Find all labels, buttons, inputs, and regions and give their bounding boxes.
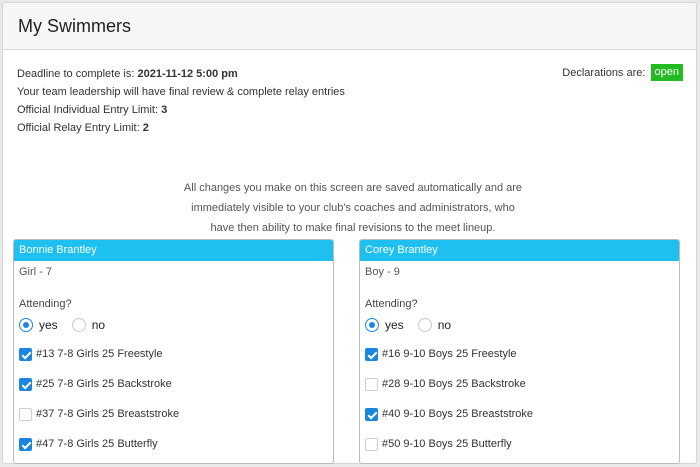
deadline-value: 2021-11-12 5:00 pm — [137, 68, 238, 80]
swimmer-gender-age: Boy - 9 — [365, 266, 400, 278]
autosave-notice: All changes you make on this screen are … — [173, 178, 533, 238]
event-label: #25 7-8 Girls 25 Backstroke — [36, 378, 172, 390]
deadline-line: Deadline to complete is: 2021-11-12 5:00… — [17, 67, 345, 85]
checkbox-checked-icon[interactable] — [365, 407, 378, 421]
swimmer-card: Corey Brantley Boy - 9 Attending? yes no… — [359, 239, 680, 464]
event-label: #16 9-10 Boys 25 Freestyle — [382, 348, 517, 360]
event-label: #47 7-8 Girls 25 Butterfly — [36, 438, 158, 450]
declarations-label: Declarations are: — [562, 66, 646, 79]
checkbox-checked-icon[interactable] — [19, 347, 32, 361]
event-checkbox-row[interactable]: #28 9-10 Boys 25 Backstroke — [360, 369, 679, 399]
checkbox-checked-icon[interactable] — [365, 347, 378, 361]
swimmer-card: Bonnie Brantley Girl - 7 Attending? yes … — [13, 239, 334, 464]
radio-selected-icon[interactable] — [365, 318, 379, 332]
swimmer-name: Bonnie Brantley — [14, 240, 333, 261]
event-label: #13 7-8 Girls 25 Freestyle — [36, 348, 163, 360]
swimmer-gender-age: Girl - 7 — [19, 266, 52, 278]
status-badge: open — [650, 64, 683, 81]
radio-label: yes — [39, 318, 58, 332]
event-list: #16 9-10 Boys 25 Freestyle #28 9-10 Boys… — [360, 339, 679, 459]
radio-selected-icon[interactable] — [19, 318, 33, 332]
relay-limit-label: Official Relay Entry Limit: — [17, 122, 140, 134]
event-checkbox-row[interactable]: #40 9-10 Boys 25 Breaststroke — [360, 399, 679, 429]
attending-label: Attending? — [365, 298, 418, 310]
attending-no-radio[interactable]: no — [71, 318, 106, 332]
checkbox-checked-icon[interactable] — [19, 377, 32, 391]
event-label: #50 9-10 Boys 25 Butterfly — [382, 438, 512, 450]
attending-radio-group: yes no — [14, 316, 333, 334]
event-checkbox-row[interactable]: #16 9-10 Boys 25 Freestyle — [360, 339, 679, 369]
page-title: My Swimmers — [18, 15, 131, 36]
attending-yes-radio[interactable]: yes — [365, 318, 404, 332]
relay-limit-value: 2 — [142, 122, 149, 134]
event-checkbox-row[interactable]: #25 7-8 Girls 25 Backstroke — [14, 369, 333, 399]
deadline-label: Deadline to complete is: — [17, 68, 135, 80]
review-line: Your team leadership will have final rev… — [17, 86, 345, 98]
swimmer-name: Corey Brantley — [360, 240, 679, 261]
checkbox-unchecked-icon[interactable] — [365, 437, 378, 451]
meet-info: Deadline to complete is: 2021-11-12 5:00… — [17, 67, 345, 139]
individual-limit-value: 3 — [161, 104, 168, 116]
event-label: #40 9-10 Boys 25 Breaststroke — [382, 408, 534, 420]
radio-label: yes — [385, 318, 404, 332]
event-label: #37 7-8 Girls 25 Breaststroke — [36, 408, 180, 420]
individual-limit-line: Official Individual Entry Limit: 3 — [17, 103, 345, 121]
event-list: #13 7-8 Girls 25 Freestyle #25 7-8 Girls… — [14, 339, 333, 459]
notice-line: All changes you make on this screen are … — [183, 182, 523, 194]
relay-limit-line: Official Relay Entry Limit: 2 — [17, 121, 345, 139]
attending-yes-radio[interactable]: yes — [19, 318, 58, 332]
attending-label: Attending? — [19, 298, 72, 310]
attending-no-radio[interactable]: no — [417, 318, 452, 332]
event-checkbox-row[interactable]: #50 9-10 Boys 25 Butterfly — [360, 429, 679, 459]
checkbox-checked-icon[interactable] — [19, 437, 32, 451]
radio-unselected-icon[interactable] — [417, 318, 432, 332]
declarations-status: Declarations are: open — [562, 64, 683, 81]
panel-header: My Swimmers — [3, 3, 696, 50]
checkbox-unchecked-icon[interactable] — [365, 377, 378, 391]
event-checkbox-row[interactable]: #37 7-8 Girls 25 Breaststroke — [14, 399, 333, 429]
individual-limit-label: Official Individual Entry Limit: — [17, 104, 159, 116]
checkbox-unchecked-icon[interactable] — [19, 407, 32, 421]
event-checkbox-row[interactable]: #13 7-8 Girls 25 Freestyle — [14, 339, 333, 369]
radio-label: no — [437, 318, 452, 332]
attending-radio-group: yes no — [360, 316, 679, 334]
event-checkbox-row[interactable]: #47 7-8 Girls 25 Butterfly — [14, 429, 333, 459]
radio-label: no — [91, 318, 106, 332]
notice-line: immediately visible to your club's coach… — [191, 202, 515, 214]
notice-line: have then ability to make final revision… — [210, 222, 496, 234]
event-label: #28 9-10 Boys 25 Backstroke — [382, 378, 526, 390]
radio-unselected-icon[interactable] — [71, 318, 86, 332]
